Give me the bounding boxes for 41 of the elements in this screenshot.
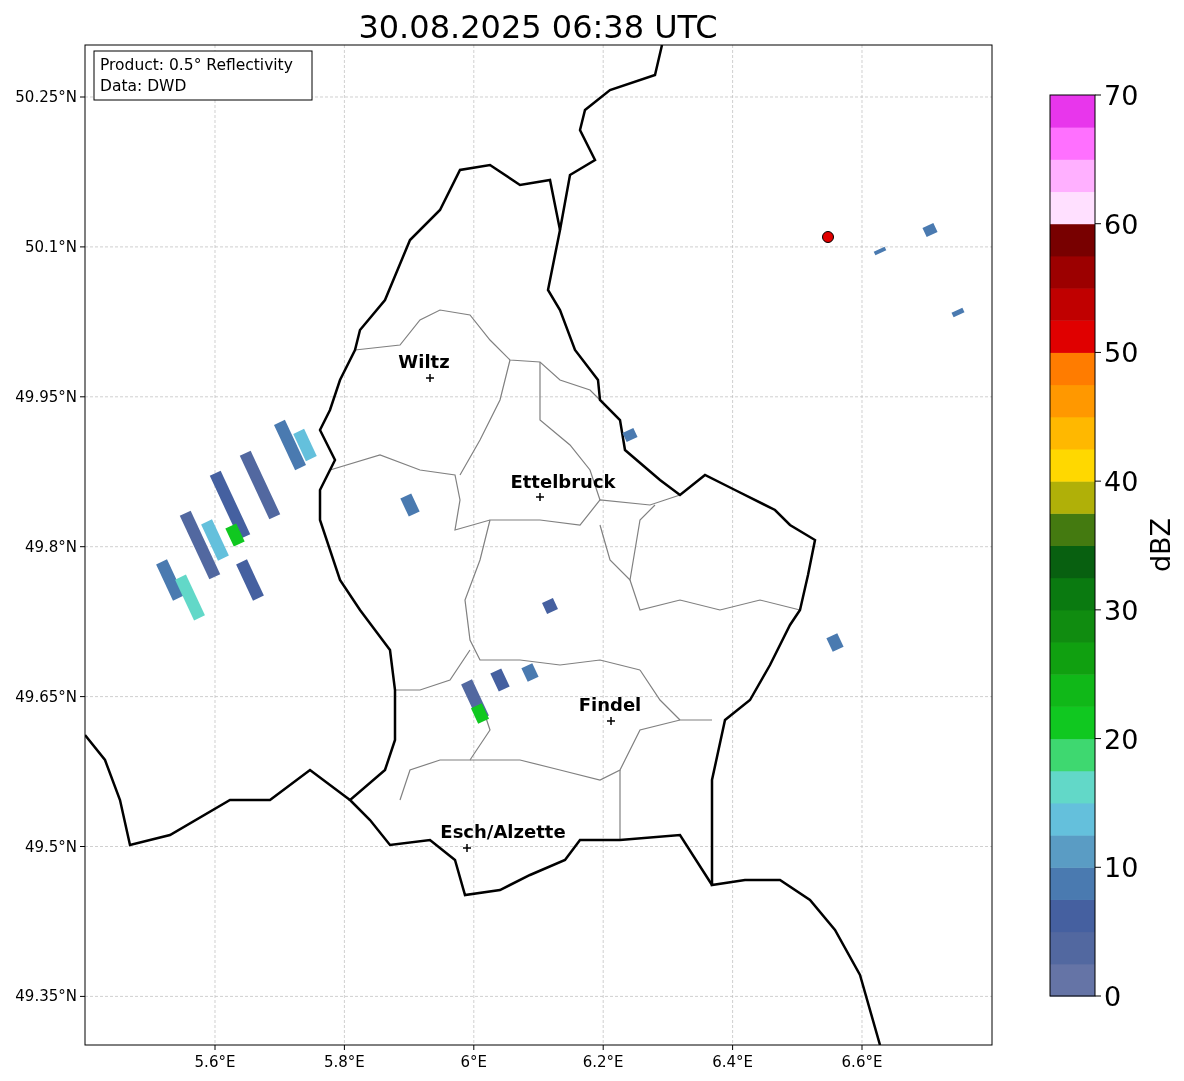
- map-title: 30.08.2025 06:38 UTC: [358, 8, 718, 46]
- city-label: Wiltz: [398, 351, 450, 372]
- latitude-label: 49.65°N: [15, 687, 77, 706]
- city-label: Esch/Alzette: [440, 821, 566, 842]
- colorbar-tick-label: 50: [1104, 337, 1139, 369]
- longitude-label: 6.4°E: [712, 1053, 753, 1071]
- colorbar-tick-label: 0: [1104, 981, 1122, 1012]
- radar-echo: [922, 222, 938, 238]
- city-marker-icon: [606, 716, 616, 726]
- longitude-label: 6.2°E: [582, 1053, 624, 1071]
- latitude-label: 49.8°N: [24, 537, 77, 556]
- radar-echo: [951, 307, 965, 318]
- info-text: Data: DWD: [100, 77, 187, 95]
- colorbar-tick-label: 40: [1104, 466, 1139, 498]
- city-marker-icon: [425, 373, 435, 383]
- info-text: Product: 0.5° Reflectivity: [100, 56, 293, 74]
- colorbar-tick-label: 60: [1104, 208, 1139, 240]
- radar-echo: [521, 663, 539, 682]
- colorbar-tick-label: 70: [1104, 80, 1139, 111]
- longitude-label: 5.6°E: [194, 1053, 236, 1071]
- longitude-label: 6°E: [460, 1053, 488, 1071]
- latitude-label: 49.35°N: [15, 987, 77, 1006]
- longitude-label: 6.6°E: [841, 1053, 883, 1071]
- city-label: Ettelbruck: [510, 471, 616, 492]
- colorbar-tick-label: 20: [1104, 723, 1139, 755]
- radar-echo: [873, 246, 887, 256]
- colorbar-tick-label: 30: [1104, 594, 1139, 626]
- city-marker-icon: [535, 492, 545, 502]
- city-label: Findel: [578, 694, 642, 715]
- longitude-label: 5.8°E: [324, 1053, 365, 1071]
- radar-site-marker: [822, 231, 834, 243]
- latitude-label: 49.95°N: [15, 387, 77, 406]
- latitude-label: 50.25°N: [15, 88, 77, 106]
- colorbar-unit-label: dBZ: [1145, 517, 1176, 573]
- radar-echo: [542, 598, 558, 614]
- latitude-label: 49.5°N: [24, 837, 77, 856]
- colorbar-tick-label: 10: [1104, 852, 1139, 884]
- city-marker-icon: [462, 843, 472, 853]
- radar-echo: [826, 633, 844, 652]
- radar-echo: [622, 427, 638, 443]
- latitude-label: 50.1°N: [24, 237, 77, 256]
